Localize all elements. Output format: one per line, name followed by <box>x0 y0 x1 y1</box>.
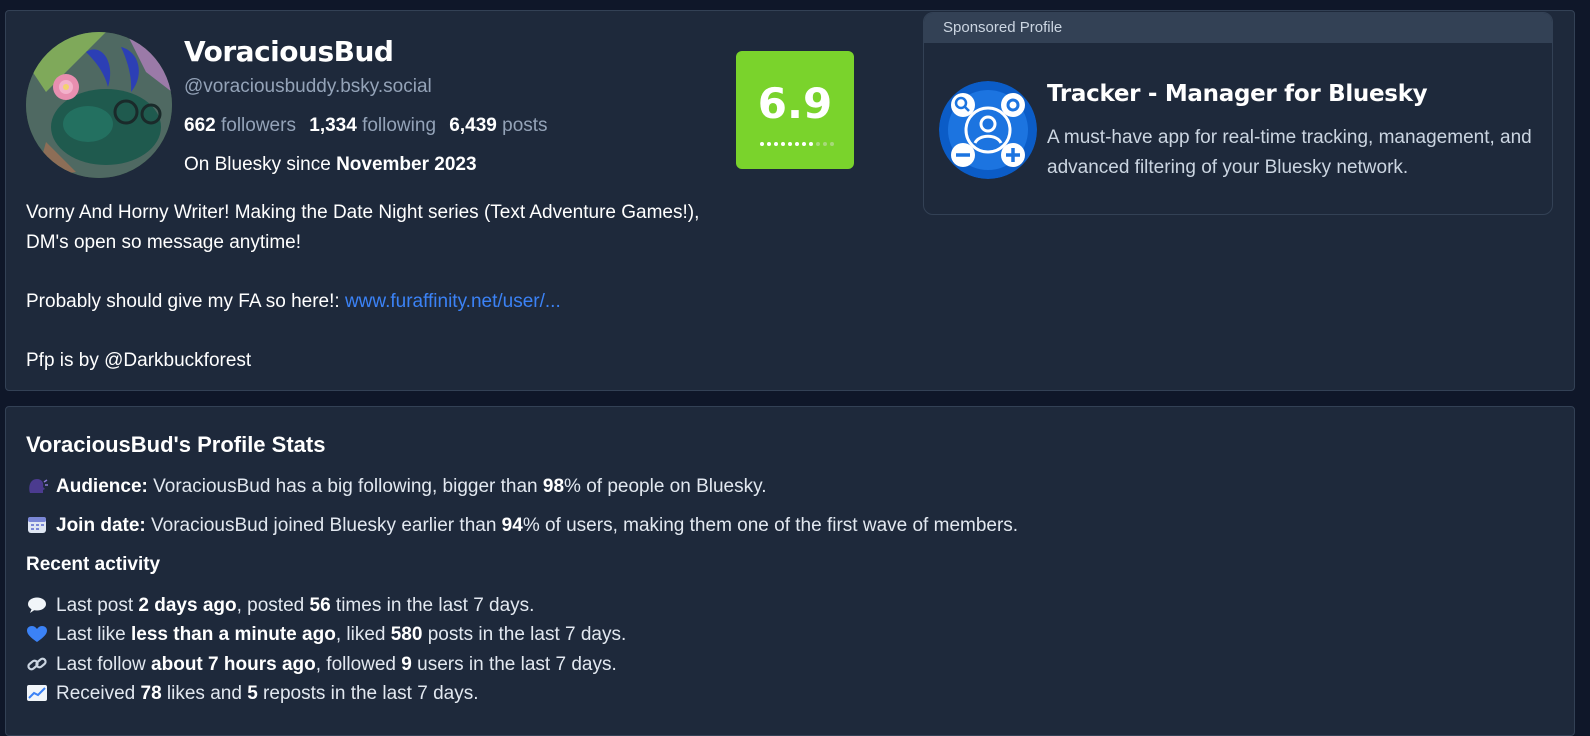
audience-text: % of people on Bluesky. <box>564 476 767 497</box>
following-count[interactable]: 1,334 <box>309 115 357 136</box>
bio: Vorny And Horny Writer! Making the Date … <box>26 198 786 375</box>
received-likes: 78 <box>140 683 162 704</box>
speaking-head-icon <box>29 479 48 493</box>
last-like-when: less than a minute ago <box>130 624 336 645</box>
link-icon <box>27 657 47 671</box>
last-post-when: 2 days ago <box>138 595 237 616</box>
score-badge[interactable]: 6.9 <box>736 51 854 169</box>
member-since: On Bluesky since November 2023 <box>184 154 477 176</box>
last-like-stat: Last like less than a minute ago, liked … <box>26 624 626 646</box>
bio-spacer <box>26 257 786 287</box>
display-name: VoraciousBud <box>184 35 394 68</box>
last-post-text: , posted <box>236 595 310 616</box>
audience-percent: 98 <box>542 476 565 497</box>
sponsored-header: Sponsored Profile <box>924 13 1552 43</box>
last-like-text: posts in the last 7 days. <box>422 624 627 645</box>
tracker-app-logo-icon[interactable] <box>939 81 1037 179</box>
score-dot <box>802 142 806 146</box>
score-dot <box>788 142 792 146</box>
last-post-stat: Last post 2 days ago, posted 56 times in… <box>26 595 534 617</box>
avatar-image <box>26 32 172 178</box>
bio-spacer <box>26 316 786 346</box>
received-stat: Received 78 likes and 5 reposts in the l… <box>26 683 479 705</box>
score-value: 6.9 <box>757 79 833 128</box>
bio-line: DM's open so message anytime! <box>26 231 302 253</box>
last-follow-stat: Last follow about 7 hours ago, followed … <box>26 654 617 676</box>
avatar[interactable] <box>26 32 172 178</box>
audience-stat: Audience: VoraciousBud has a big followi… <box>26 476 767 498</box>
last-like-text: Last like <box>56 624 131 645</box>
recent-activity-title: Recent activity <box>26 554 161 575</box>
posts-count[interactable]: 6,439 <box>449 115 497 136</box>
followers-count[interactable]: 662 <box>184 115 216 136</box>
sponsored-app-title[interactable]: Tracker - Manager for Bluesky <box>1047 81 1428 107</box>
bio-line: Pfp is by @Darkbuckforest <box>26 349 252 371</box>
join-date-stat: Join date: VoraciousBud joined Bluesky e… <box>26 515 1018 537</box>
received-reposts: 5 <box>247 683 258 704</box>
last-post-text: times in the last 7 days. <box>330 595 535 616</box>
score-level-dots <box>760 133 837 146</box>
last-like-text: , liked <box>335 624 391 645</box>
follow-count: 9 <box>401 654 412 675</box>
profile-card: VoraciousBud @voraciousbuddy.bsky.social… <box>5 10 1575 391</box>
score-dot <box>816 142 820 146</box>
last-follow-text: Last follow <box>56 654 152 675</box>
received-text: likes and <box>161 683 248 704</box>
speech-bubble-icon <box>28 597 46 613</box>
audience-text: VoraciousBud has a big following, bigger… <box>147 476 543 497</box>
join-date-label: Join date: <box>56 515 146 536</box>
last-post-text: Last post <box>56 595 139 616</box>
last-follow-when: about 7 hours ago <box>151 654 316 675</box>
bio-line: Probably should give my FA so here!: www… <box>26 287 786 317</box>
chart-increasing-icon <box>27 685 47 701</box>
post-count: 56 <box>309 595 331 616</box>
like-count: 580 <box>390 624 423 645</box>
score-dot <box>795 142 799 146</box>
sponsored-profile-card[interactable]: Sponsored Profile Tracker - Manager for … <box>923 12 1553 215</box>
profile-stats-card: VoraciousBud's Profile Stats Audience: V… <box>5 406 1575 736</box>
following-label[interactable]: following <box>362 115 436 136</box>
calendar-icon <box>28 517 46 533</box>
followers-label[interactable]: followers <box>221 115 296 136</box>
last-follow-text: , followed <box>315 654 402 675</box>
profile-counts: 662 followers 1,334 following 6,439 post… <box>184 115 548 137</box>
join-percent: 94 <box>501 515 523 536</box>
received-text: reposts in the last 7 days. <box>257 683 479 704</box>
audience-label: Audience: <box>56 476 148 497</box>
since-prefix: On Bluesky since <box>184 154 331 175</box>
score-dot <box>760 142 764 146</box>
score-dot <box>767 142 771 146</box>
since-date: November 2023 <box>336 154 477 175</box>
handle[interactable]: @voraciousbuddy.bsky.social <box>184 76 432 98</box>
received-text: Received <box>56 683 141 704</box>
join-date-text: % of users, making them one of the first… <box>522 515 1019 536</box>
posts-label[interactable]: posts <box>502 115 547 136</box>
last-follow-text: users in the last 7 days. <box>411 654 617 675</box>
score-dot <box>823 142 827 146</box>
bio-link-prefix: Probably should give my FA so here!: <box>26 290 345 312</box>
score-dot <box>781 142 785 146</box>
score-dot <box>774 142 778 146</box>
furaffinity-link[interactable]: www.furaffinity.net/user/... <box>345 291 561 312</box>
score-dot <box>809 142 813 146</box>
sponsored-app-description: A must-have app for real-time tracking, … <box>1047 127 1532 178</box>
blue-heart-icon <box>27 626 47 642</box>
score-dot <box>830 142 834 146</box>
join-date-text: VoraciousBud joined Bluesky earlier than <box>145 515 502 536</box>
stats-title: VoraciousBud's Profile Stats <box>26 432 326 457</box>
bio-line: Vorny And Horny Writer! Making the Date … <box>26 202 700 223</box>
